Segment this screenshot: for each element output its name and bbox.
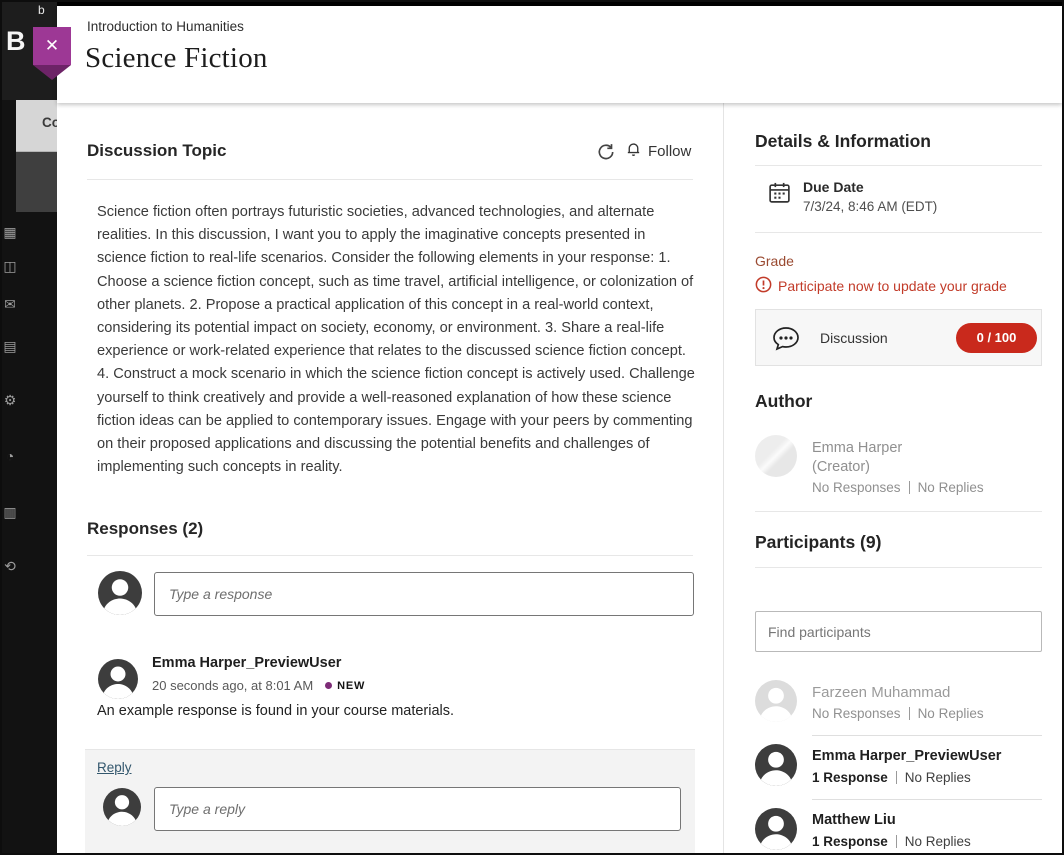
calendar-icon [767, 180, 792, 210]
close-button[interactable]: ✕ [33, 27, 71, 65]
response-body: An example response is found in your cou… [97, 703, 454, 719]
responses-heading: Responses (2) [87, 519, 203, 539]
participant-stats: No Responses No Replies [812, 706, 984, 721]
response-meta: 20 seconds ago, at 8:01 AM NEW [152, 678, 365, 693]
participant-avatar [755, 808, 797, 850]
stat-divider [909, 481, 910, 494]
rail-banner-fragment [16, 152, 57, 212]
panel-icon: ◫ [2, 258, 18, 275]
reply-link[interactable]: Reply [97, 760, 132, 775]
author-name: Emma Harper [812, 440, 902, 456]
discussion-topic-heading: Discussion Topic [87, 141, 227, 161]
course-name: Introduction to Humanities [87, 19, 244, 34]
author-role: (Creator) [812, 459, 870, 475]
app-logo: B [6, 26, 26, 57]
partial-text: b [38, 3, 45, 17]
divider [812, 735, 1042, 736]
divider [755, 232, 1042, 233]
page-title: Science Fiction [85, 42, 268, 75]
participant-name: Matthew Liu [812, 812, 896, 828]
participant-name: Farzeen Muhammad [812, 684, 950, 701]
column-divider [723, 103, 724, 853]
response-author: Emma Harper_PreviewUser [152, 655, 341, 671]
author-response-count: No Responses [812, 480, 901, 495]
grade-label: Grade [755, 253, 794, 269]
divider [755, 165, 1042, 166]
divider [87, 555, 693, 556]
discussion-panel: Introduction to Humanities Science Ficti… [57, 6, 1062, 853]
responder-avatar [98, 659, 138, 699]
rows-icon: ▥ [2, 504, 18, 521]
divider [755, 567, 1042, 568]
panel-body: Discussion Topic Follow Scie [57, 103, 1062, 853]
gear-icon: ⚙ [2, 392, 18, 409]
divider [812, 799, 1042, 800]
mail-icon: ✉ [2, 296, 18, 313]
history-icon: ⟲ [2, 558, 18, 575]
discussion-bubble-icon [770, 322, 802, 359]
participant-stats: 1 Response No Replies [812, 834, 971, 849]
grade-score-badge: 0 / 100 [956, 323, 1037, 353]
due-date-label: Due Date [803, 179, 864, 195]
refresh-button[interactable] [593, 141, 619, 165]
participant-response-count: 1 Response [812, 770, 888, 785]
grade-warning: Participate now to update your grade [755, 276, 1007, 296]
partial-tab-strip: Co [16, 100, 57, 152]
details-heading: Details & Information [755, 131, 931, 152]
participant-avatar [755, 680, 797, 722]
reply-section: Reply [85, 749, 695, 853]
response-input[interactable] [154, 572, 694, 616]
author-avatar [755, 435, 797, 477]
follow-button[interactable]: Follow [625, 140, 691, 162]
author-heading: Author [755, 391, 812, 412]
grade-warning-text: Participate now to update your grade [778, 278, 1007, 294]
current-user-avatar [98, 571, 142, 615]
close-ribbon-fold [33, 65, 71, 80]
new-dot-icon [325, 682, 332, 689]
refresh-icon [596, 150, 616, 165]
left-nav-rail: b B Co ▦ ◫ ✉ ▤ ⚙ ◔ ▥ ⟲ [2, 2, 57, 853]
current-user-avatar [103, 788, 141, 826]
participant-reply-count: No Replies [905, 770, 971, 785]
follow-label: Follow [648, 143, 691, 160]
divider [87, 179, 693, 180]
bell-icon [625, 140, 642, 162]
participant-response-count: 1 Response [812, 834, 888, 849]
response-timestamp: 20 seconds ago, at 8:01 AM [152, 678, 313, 693]
grid-icon: ▦ [2, 224, 18, 241]
new-badge: NEW [337, 680, 365, 692]
participant-reply-count: No Replies [918, 706, 984, 721]
author-reply-count: No Replies [918, 480, 984, 495]
list-icon: ▤ [2, 338, 18, 355]
app-window: b B Co ▦ ◫ ✉ ▤ ⚙ ◔ ▥ ⟲ ✕ Introduction to… [0, 0, 1064, 855]
stat-divider [909, 707, 910, 720]
warning-icon [755, 276, 772, 296]
author-stats: No Responses No Replies [812, 480, 984, 495]
reply-input[interactable] [154, 787, 681, 831]
participant-response-count: No Responses [812, 706, 901, 721]
due-date-value: 7/3/24, 8:46 AM (EDT) [803, 199, 937, 214]
participant-reply-count: No Replies [905, 834, 971, 849]
grade-item-card: Discussion 0 / 100 [755, 309, 1042, 366]
participant-name: Emma Harper_PreviewUser [812, 748, 1001, 764]
stat-divider [896, 771, 897, 784]
find-participants-input[interactable] [755, 611, 1042, 652]
divider [755, 511, 1042, 512]
participant-stats: 1 Response No Replies [812, 770, 971, 785]
participant-avatar [755, 744, 797, 786]
panel-header: Introduction to Humanities Science Ficti… [57, 6, 1062, 103]
participants-heading: Participants (9) [755, 532, 881, 553]
clock-icon: ◔ [2, 448, 18, 464]
stat-divider [896, 835, 897, 848]
discussion-topic-text: Science fiction often portrays futuristi… [97, 201, 695, 479]
grade-item-label: Discussion [820, 330, 888, 346]
